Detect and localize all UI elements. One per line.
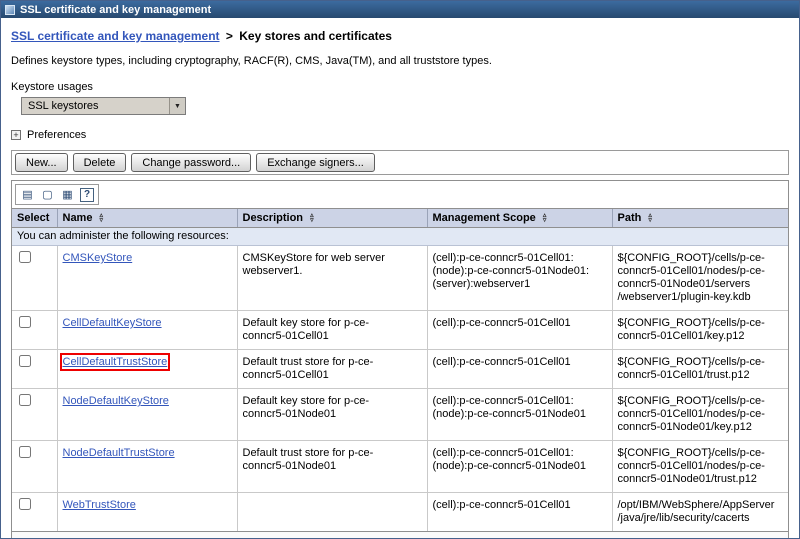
name-cell: WebTrustStore xyxy=(57,493,237,532)
table-row: WebTrustStore (cell):p-ce-conncr5-01Cell… xyxy=(12,493,788,532)
table-row: CellDefaultTrustStore Default trust stor… xyxy=(12,350,788,389)
select-cell xyxy=(12,389,57,441)
window-icon xyxy=(5,5,15,15)
keystore-link[interactable]: WebTrustStore xyxy=(63,499,136,511)
select-cell xyxy=(12,441,57,493)
table-toolbar: ▤ ▢ ▦ ? xyxy=(12,181,788,209)
table-toolbar-icons: ▤ ▢ ▦ ? xyxy=(15,184,99,205)
scope-cell: (cell):p-ce-conncr5-01Cell01: (node):p-c… xyxy=(427,441,612,493)
deselect-all-icon[interactable]: ▢ xyxy=(40,187,55,202)
page-description: Defines keystore types, including crypto… xyxy=(11,55,789,67)
expand-icon[interactable]: + xyxy=(11,130,21,140)
row-checkbox[interactable] xyxy=(19,394,31,406)
preferences-label: Preferences xyxy=(27,129,86,141)
keystore-link[interactable]: CellDefaultKeyStore xyxy=(63,317,162,329)
keystores-table: Select Name ▵▿ Description ▵▿ Management… xyxy=(12,209,788,531)
row-checkbox[interactable] xyxy=(19,355,31,367)
admin-note-row: You can administer the following resourc… xyxy=(12,228,788,246)
keystore-usages-select[interactable]: SSL keystores ▼ xyxy=(21,97,186,115)
page-content: SSL certificate and key management > Key… xyxy=(1,18,799,539)
select-all-icon[interactable]: ▤ xyxy=(20,187,35,202)
scope-cell: (cell):p-ce-conncr5-01Cell01: (node):p-c… xyxy=(427,246,612,311)
scope-cell: (cell):p-ce-conncr5-01Cell01 xyxy=(427,311,612,350)
keystore-link-highlighted[interactable]: CellDefaultTrustStore xyxy=(63,356,168,368)
path-cell: ${CONFIG_ROOT}/cells/p-ce- conncr5-01Cel… xyxy=(612,441,788,493)
name-cell: CellDefaultTrustStore xyxy=(57,350,237,389)
sort-icon[interactable]: ▵▿ xyxy=(310,213,314,223)
header-path: Path ▵▿ xyxy=(612,209,788,228)
window-title: SSL certificate and key management xyxy=(20,4,211,16)
row-checkbox[interactable] xyxy=(19,251,31,263)
table-header-row: Select Name ▵▿ Description ▵▿ Management… xyxy=(12,209,788,228)
description-cell: Default key store for p-ce- conncr5-01Ce… xyxy=(237,311,427,350)
keystores-table-frame: ▤ ▢ ▦ ? Select Name ▵▿ Descri xyxy=(11,180,789,532)
window-titlebar: SSL certificate and key management xyxy=(1,1,799,18)
breadcrumb-separator: > xyxy=(226,29,233,43)
help-icon[interactable]: ? xyxy=(80,188,94,202)
table-row: NodeDefaultTrustStore Default trust stor… xyxy=(12,441,788,493)
path-cell: ${CONFIG_ROOT}/cells/p-ce- conncr5-01Cel… xyxy=(612,350,788,389)
row-checkbox[interactable] xyxy=(19,316,31,328)
header-select: Select xyxy=(12,209,57,228)
name-cell: NodeDefaultTrustStore xyxy=(57,441,237,493)
keystore-link[interactable]: NodeDefaultTrustStore xyxy=(63,447,175,459)
header-description: Description ▵▿ xyxy=(237,209,427,228)
scope-cell: (cell):p-ce-conncr5-01Cell01 xyxy=(427,493,612,532)
sort-icon[interactable]: ▵▿ xyxy=(648,213,652,223)
name-cell: CellDefaultKeyStore xyxy=(57,311,237,350)
table-total: Total 6 xyxy=(11,532,789,539)
row-checkbox[interactable] xyxy=(19,446,31,458)
breadcrumb: SSL certificate and key management > Key… xyxy=(11,29,789,43)
action-button-bar: New... Delete Change password... Exchang… xyxy=(11,150,789,175)
description-cell xyxy=(237,493,427,532)
description-cell: CMSKeyStore for web server webserver1. xyxy=(237,246,427,311)
path-cell: ${CONFIG_ROOT}/cells/p-ce- conncr5-01Cel… xyxy=(612,246,788,311)
breadcrumb-link[interactable]: SSL certificate and key management xyxy=(11,29,220,43)
keystore-link[interactable]: NodeDefaultKeyStore xyxy=(63,395,169,407)
row-checkbox[interactable] xyxy=(19,498,31,510)
description-cell: Default trust store for p-ce- conncr5-01… xyxy=(237,350,427,389)
path-cell: ${CONFIG_ROOT}/cells/p-ce- conncr5-01Cel… xyxy=(612,389,788,441)
table-row: CMSKeyStore CMSKeyStore for web server w… xyxy=(12,246,788,311)
name-cell: NodeDefaultKeyStore xyxy=(57,389,237,441)
select-value: SSL keystores xyxy=(28,100,99,112)
header-name: Name ▵▿ xyxy=(57,209,237,228)
keystore-usages-label: Keystore usages xyxy=(11,81,789,93)
dropdown-arrow-icon[interactable]: ▼ xyxy=(169,98,185,114)
select-cell xyxy=(12,493,57,532)
select-cell xyxy=(12,350,57,389)
filter-icon[interactable]: ▦ xyxy=(60,187,75,202)
keystore-link[interactable]: CMSKeyStore xyxy=(63,252,133,264)
name-cell: CMSKeyStore xyxy=(57,246,237,311)
delete-button[interactable]: Delete xyxy=(73,153,127,172)
change-password-button[interactable]: Change password... xyxy=(131,153,251,172)
description-cell: Default key store for p-ce- conncr5-01No… xyxy=(237,389,427,441)
path-cell: ${CONFIG_ROOT}/cells/p-ce- conncr5-01Cel… xyxy=(612,311,788,350)
select-cell xyxy=(12,311,57,350)
path-cell: /opt/IBM/WebSphere/AppServer /java/jre/l… xyxy=(612,493,788,532)
sort-icon[interactable]: ▵▿ xyxy=(100,213,104,223)
exchange-signers-button[interactable]: Exchange signers... xyxy=(256,153,375,172)
sort-icon[interactable]: ▵▿ xyxy=(543,213,547,223)
scope-cell: (cell):p-ce-conncr5-01Cell01: (node):p-c… xyxy=(427,389,612,441)
header-management-scope: Management Scope ▵▿ xyxy=(427,209,612,228)
table-row: CellDefaultKeyStore Default key store fo… xyxy=(12,311,788,350)
scope-cell: (cell):p-ce-conncr5-01Cell01 xyxy=(427,350,612,389)
page-title: Key stores and certificates xyxy=(239,29,392,43)
admin-note: You can administer the following resourc… xyxy=(12,228,788,246)
select-cell xyxy=(12,246,57,311)
app-window: SSL certificate and key management SSL c… xyxy=(0,0,800,539)
table-row: NodeDefaultKeyStore Default key store fo… xyxy=(12,389,788,441)
preferences-section[interactable]: + Preferences xyxy=(11,129,789,141)
new-button[interactable]: New... xyxy=(15,153,68,172)
description-cell: Default trust store for p-ce- conncr5-01… xyxy=(237,441,427,493)
